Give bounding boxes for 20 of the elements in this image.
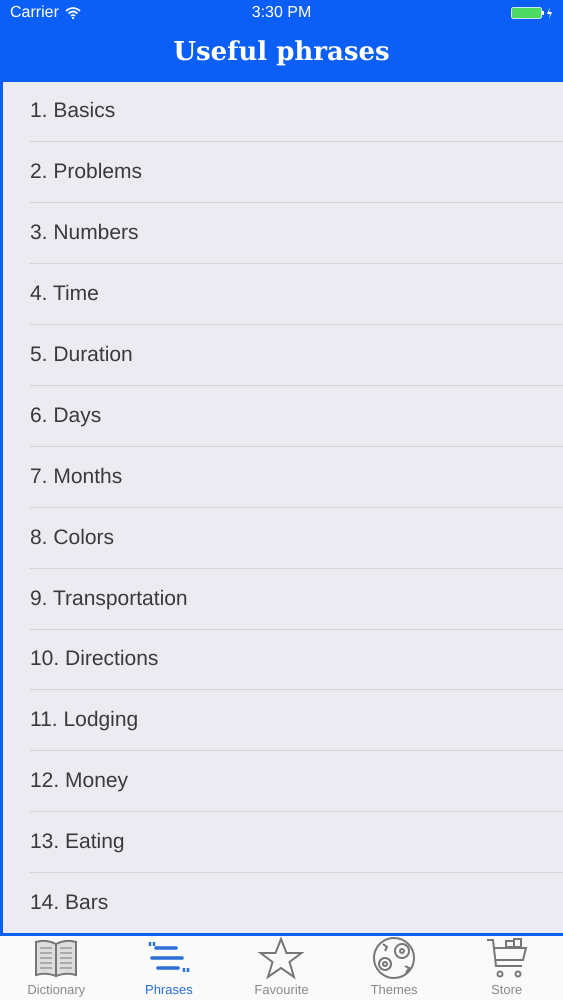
phrase-category[interactable]: 6. Days [30,404,102,428]
phrase-category[interactable]: 10. Directions [30,647,158,672]
phrase-category[interactable]: 1. Basics [30,99,116,124]
screen-title: Useful phrases [173,37,390,68]
phrase-category[interactable]: 4. Time [30,282,99,306]
phrase-category[interactable]: 13. Eating [30,830,125,854]
carrier-name: Carrier [10,4,59,22]
phrase-category[interactable]: 9. Transportation [30,586,188,611]
clock-time: 3:30 PM [252,4,312,21]
phrase-category[interactable]: 8. Colors [30,526,114,550]
phrase-category[interactable]: 11. Lodging [30,708,138,732]
phrase-category[interactable]: 5. Duration [30,343,133,368]
phrase-category[interactable]: 3. Numbers [30,221,139,246]
phrase-category[interactable]: 7. Months [30,464,122,489]
phrase-category[interactable]: 2. Problems [30,160,142,184]
phrase-category[interactable]: 12. Money [30,769,128,794]
star-icon [256,936,306,980]
phrase-category[interactable]: 14. Bars [30,891,108,916]
tab[interactable]: Phrases [112,936,226,1000]
wifi-icon [64,6,81,19]
